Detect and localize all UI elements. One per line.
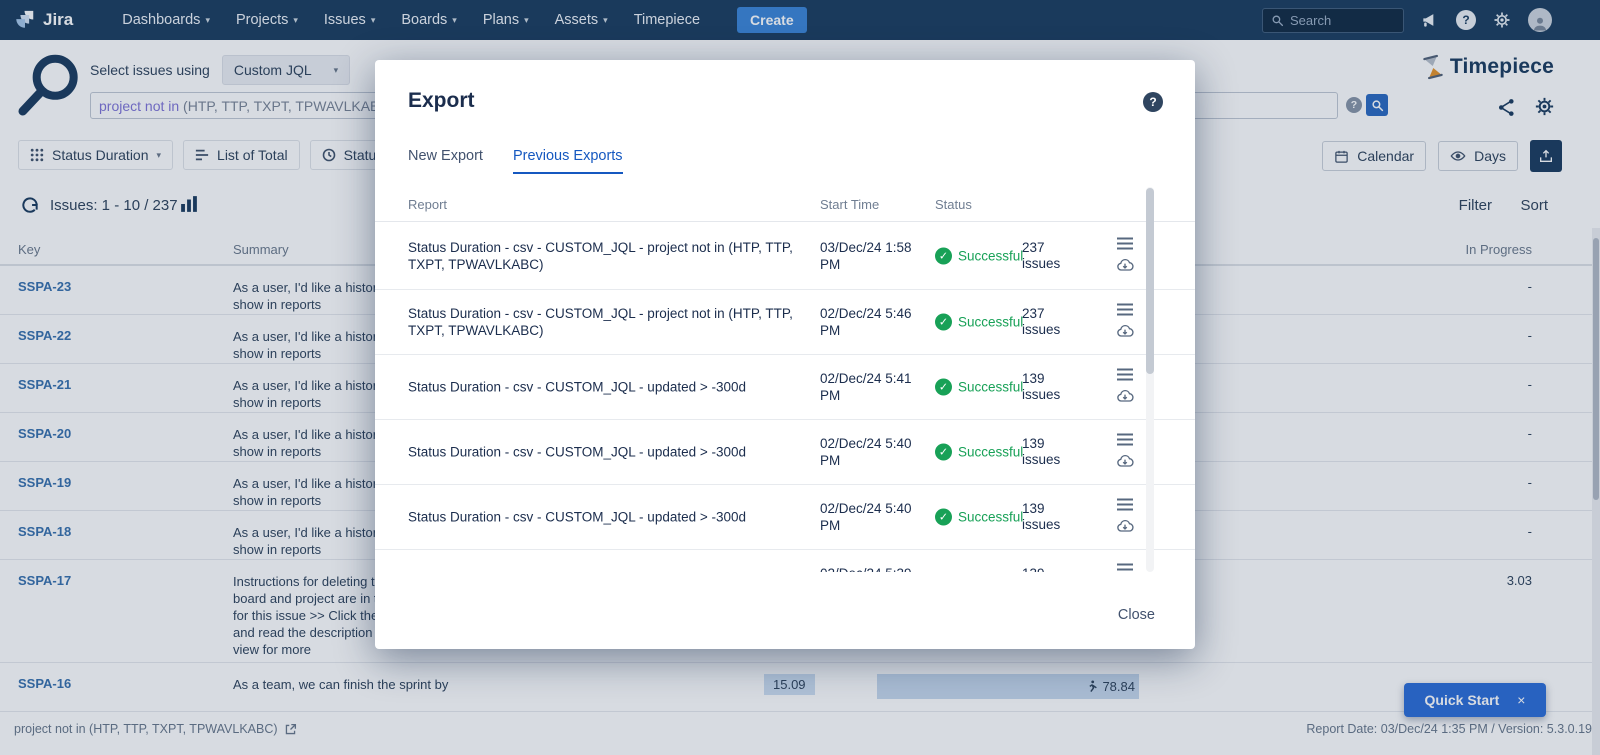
export-issue-count: 139 issues (1022, 436, 1074, 468)
status-label: Successful (958, 380, 1023, 395)
success-check-icon: ✓ (935, 379, 952, 396)
export-status: ✓ Successful (935, 509, 1023, 526)
export-start-time: 02/Dec/24 5:40 PM (820, 435, 920, 469)
download-cloud-icon[interactable] (1115, 453, 1135, 471)
column-report: Report (408, 197, 447, 212)
download-cloud-icon[interactable] (1115, 518, 1135, 536)
download-cloud-icon[interactable] (1115, 256, 1135, 274)
export-status: ✓ Successful (935, 247, 1023, 264)
dialog-title: Export (408, 89, 475, 113)
status-label: Successful (958, 315, 1023, 330)
download-cloud-icon[interactable] (1115, 388, 1135, 406)
export-start-time: 02/Dec/24 5:39 PM (820, 565, 920, 572)
success-check-icon: ✓ (935, 509, 952, 526)
column-status: Status (935, 197, 972, 212)
export-actions (1115, 369, 1135, 406)
dialog-scrollbar[interactable] (1146, 187, 1154, 572)
export-start-time: 03/Dec/24 1:58 PM (820, 239, 920, 273)
export-dialog: Export ? New Export Previous Exports Rep… (375, 60, 1195, 649)
export-actions (1115, 564, 1135, 573)
exports-list: Status Duration - csv - CUSTOM_JQL - pro… (375, 221, 1195, 572)
more-actions-icon[interactable] (1117, 369, 1133, 381)
export-row: Status Duration - csv - CUSTOM_JQL - pro… (375, 222, 1195, 289)
export-issue-count: 237 issues (1022, 306, 1074, 338)
export-start-time: 02/Dec/24 5:41 PM (820, 370, 920, 404)
export-start-time: 02/Dec/24 5:46 PM (820, 305, 920, 339)
success-check-icon: ✓ (935, 247, 952, 264)
export-status: ✓ Successful (935, 314, 1023, 331)
status-label: Successful (958, 445, 1023, 460)
success-check-icon: ✓ (935, 314, 952, 331)
status-label: Successful (958, 510, 1023, 525)
download-cloud-icon[interactable] (1115, 323, 1135, 341)
export-report-name: Status Duration - csv - CUSTOM_JQL - upd… (408, 444, 793, 461)
more-actions-icon[interactable] (1117, 564, 1133, 573)
dialog-tabs: New Export Previous Exports (408, 148, 623, 174)
more-actions-icon[interactable] (1117, 499, 1133, 511)
close-dialog-button[interactable]: Close (1118, 607, 1155, 623)
export-actions (1115, 304, 1135, 341)
more-actions-icon[interactable] (1117, 434, 1133, 446)
export-row: Status Duration - csv - CUSTOM_JQL - upd… (375, 549, 1195, 572)
more-actions-icon[interactable] (1117, 304, 1133, 316)
export-row: Status Duration - csv - CUSTOM_JQL - upd… (375, 484, 1195, 549)
export-report-name: Status Duration - csv - CUSTOM_JQL - upd… (408, 509, 793, 526)
tab-previous-exports[interactable]: Previous Exports (513, 148, 623, 174)
export-actions (1115, 237, 1135, 274)
export-issue-count: 139 issues (1022, 501, 1074, 533)
export-start-time: 02/Dec/24 5:40 PM (820, 500, 920, 534)
export-row: Status Duration - csv - CUSTOM_JQL - upd… (375, 419, 1195, 484)
dialog-scrollbar-thumb[interactable] (1146, 188, 1154, 374)
dialog-help-icon[interactable]: ? (1143, 92, 1163, 112)
more-actions-icon[interactable] (1117, 237, 1133, 249)
export-issue-count: 237 issues (1022, 240, 1074, 272)
success-check-icon: ✓ (935, 444, 952, 461)
export-report-name: Status Duration - csv - CUSTOM_JQL - upd… (408, 379, 793, 396)
export-issue-count: 139 issues (1022, 566, 1074, 572)
export-row: Status Duration - csv - CUSTOM_JQL - pro… (375, 289, 1195, 354)
export-report-name: Status Duration - csv - CUSTOM_JQL - pro… (408, 305, 793, 339)
status-label: Successful (958, 248, 1023, 263)
screen: Jira Dashboards▾ Projects▾ Issues▾ Board… (0, 0, 1600, 755)
export-actions (1115, 499, 1135, 536)
export-status: ✓ Successful (935, 379, 1023, 396)
export-report-name: Status Duration - csv - CUSTOM_JQL - pro… (408, 239, 793, 273)
export-issue-count: 139 issues (1022, 371, 1074, 403)
export-row: Status Duration - csv - CUSTOM_JQL - upd… (375, 354, 1195, 419)
column-start-time: Start Time (820, 197, 879, 212)
tab-new-export[interactable]: New Export (408, 148, 483, 174)
export-actions (1115, 434, 1135, 471)
export-status: ✓ Successful (935, 444, 1023, 461)
